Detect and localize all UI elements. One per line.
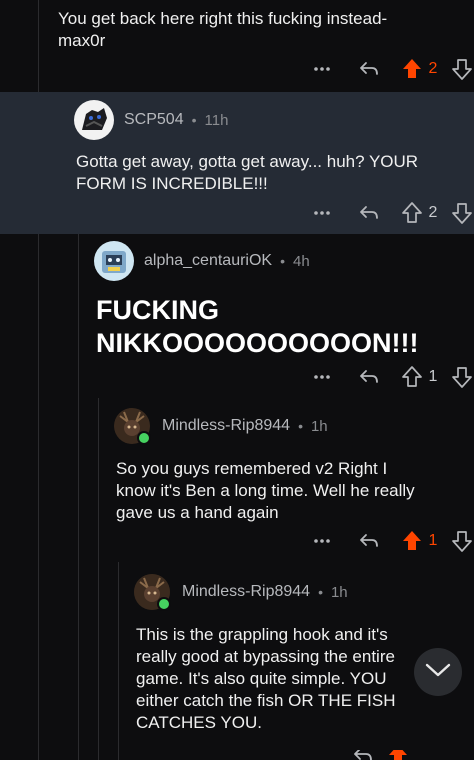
comment: You get back here right this fucking ins… xyxy=(0,0,474,92)
more-options-icon[interactable] xyxy=(312,203,332,223)
comment-body: So you guys remembered v2 Right I know i… xyxy=(116,459,415,522)
username[interactable]: Mindless-Rip8944 xyxy=(182,583,310,601)
reply-icon[interactable] xyxy=(352,750,374,760)
vote-count: 2 xyxy=(428,60,438,77)
comment: Mindless-Rip8944 • 1h So you guys rememb… xyxy=(0,398,474,562)
scroll-down-button[interactable] xyxy=(414,648,462,696)
comment-body: FUCKING NIKKOOOOOOOOOON!!! xyxy=(96,295,419,358)
avatar[interactable] xyxy=(74,100,114,140)
avatar[interactable] xyxy=(94,241,134,281)
downvote-icon[interactable] xyxy=(452,366,472,388)
username[interactable]: alpha_centauriOK xyxy=(144,252,272,270)
reply-icon[interactable] xyxy=(358,531,380,551)
reply-icon[interactable] xyxy=(358,59,380,79)
more-options-icon[interactable] xyxy=(312,59,332,79)
upvote-icon[interactable] xyxy=(388,750,408,760)
comment-body: This is the grappling hook and it's real… xyxy=(136,625,396,732)
chevron-down-icon xyxy=(425,662,451,683)
timestamp: 11h xyxy=(204,111,229,129)
downvote-icon[interactable] xyxy=(452,530,472,552)
avatar[interactable] xyxy=(134,574,171,611)
upvote-icon xyxy=(402,58,422,80)
comment-header: Mindless-Rip8944 • 1h xyxy=(114,408,328,445)
separator-dot: • xyxy=(280,253,285,269)
avatar[interactable] xyxy=(114,408,151,445)
username[interactable]: SCP504 xyxy=(124,111,184,129)
downvote-icon[interactable] xyxy=(452,58,472,80)
separator-dot: • xyxy=(318,584,323,600)
comment-body: Gotta get away, gotta get away... huh? Y… xyxy=(76,152,419,193)
upvote-button[interactable]: 2 xyxy=(402,202,438,224)
reply-icon[interactable] xyxy=(358,203,380,223)
comment-actions: 2 xyxy=(312,202,472,224)
reply-icon[interactable] xyxy=(358,367,380,387)
separator-dot: • xyxy=(298,418,303,434)
comment: alpha_centauriOK • 4h FUCKING NIKKOOOOOO… xyxy=(0,234,474,398)
timestamp: 1h xyxy=(330,583,348,601)
online-indicator xyxy=(157,597,171,611)
comment-header: alpha_centauriOK • 4h xyxy=(94,241,310,281)
timestamp: 4h xyxy=(293,252,310,270)
comment: Mindless-Rip8944 • 1h This is the grappl… xyxy=(0,562,474,760)
separator-dot: • xyxy=(191,112,197,128)
comment-body: You get back here right this fucking ins… xyxy=(58,9,388,50)
comment-actions: 2 xyxy=(312,58,472,80)
comment-actions: 1 xyxy=(312,366,472,388)
more-options-icon[interactable] xyxy=(312,531,332,551)
more-options-icon[interactable] xyxy=(312,367,332,387)
upvote-button[interactable]: 2 xyxy=(402,58,438,80)
comment-actions-partial xyxy=(352,750,408,760)
vote-count: 2 xyxy=(428,204,438,221)
comment-header: SCP504 • 11h xyxy=(74,100,228,140)
upvote-icon xyxy=(402,366,422,388)
downvote-icon[interactable] xyxy=(452,202,472,224)
online-indicator xyxy=(137,431,151,445)
upvote-button[interactable]: 1 xyxy=(402,366,438,388)
timestamp: 1h xyxy=(310,417,328,435)
comment-actions: 1 xyxy=(312,530,472,552)
upvote-icon xyxy=(402,530,422,552)
comment-highlighted: SCP504 • 11h Gotta get away, gotta get a… xyxy=(0,92,474,234)
vote-count: 1 xyxy=(428,532,438,549)
username[interactable]: Mindless-Rip8944 xyxy=(162,417,290,435)
vote-count: 1 xyxy=(428,368,438,385)
upvote-icon xyxy=(402,202,422,224)
upvote-button[interactable]: 1 xyxy=(402,530,438,552)
comment-header: Mindless-Rip8944 • 1h xyxy=(134,574,348,611)
